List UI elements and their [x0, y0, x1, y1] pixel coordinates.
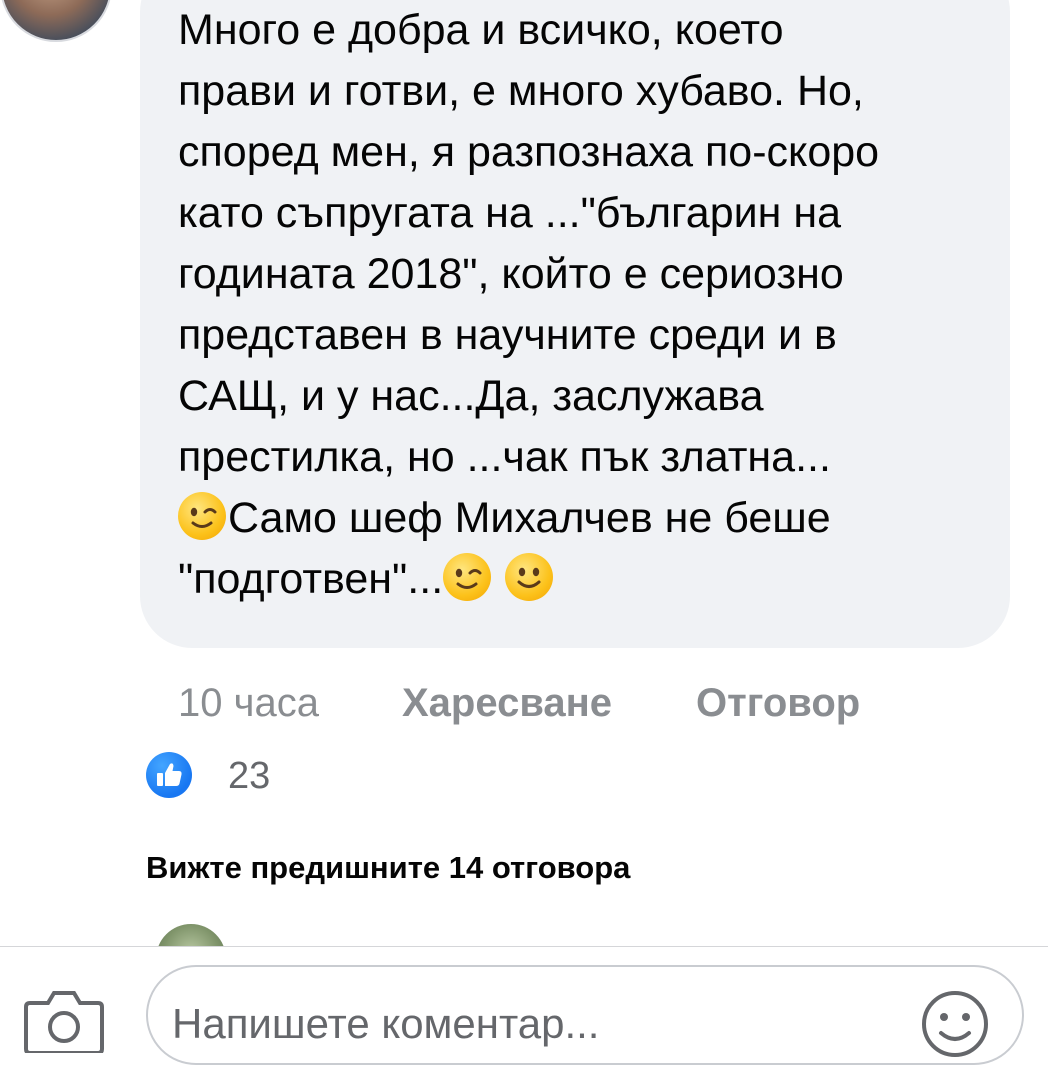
- comment-line: като съпругата на ..."българин на: [178, 189, 841, 237]
- comment-line: престилка, но ...чак пък златна...: [178, 433, 831, 481]
- comment-input[interactable]: Напишете коментар...: [146, 965, 1024, 1065]
- comment-line: представен в научните среди и в: [178, 311, 837, 359]
- reaction-count: 23: [228, 755, 271, 797]
- comment-line-with-emoji: "подготвен"...: [178, 549, 988, 610]
- comment-line: Само шеф Михалчев не беше: [228, 494, 831, 542]
- comment-line: прави и готви, е много хубаво. Но,: [178, 67, 864, 115]
- comment-line: Много е добра и всичко, което: [178, 6, 784, 54]
- like-button[interactable]: Харесване: [402, 678, 612, 728]
- comment-composer: Напишете коментар...: [0, 946, 1048, 1065]
- comment-line-with-emoji: Само шеф Михалчев не беше: [178, 488, 988, 549]
- smiley-icon[interactable]: [920, 989, 990, 1059]
- smiling-face-icon: [505, 553, 554, 601]
- commenter-avatar[interactable]: [0, 0, 112, 42]
- comment-input-placeholder: Напишете коментар...: [172, 1000, 600, 1047]
- comment-line: "подготвен"...: [178, 555, 444, 603]
- view-previous-replies-link[interactable]: Вижте предишните 14 отговора: [146, 848, 630, 888]
- like-thumbs-up-icon: [146, 752, 192, 798]
- camera-icon[interactable]: [24, 987, 104, 1055]
- comment-line: според мен, я разпознаха по-скоро: [178, 128, 880, 176]
- comment-line: САЩ, и у нас...Да, заслужава: [178, 372, 764, 420]
- winking-face-icon: [178, 492, 226, 540]
- comment-text: Много е добра и всичко, което прави и го…: [178, 0, 988, 610]
- reply-button[interactable]: Отговор: [696, 678, 860, 728]
- winking-face-icon: [443, 553, 492, 601]
- comment-timestamp: 10 часа: [178, 681, 319, 725]
- comment-line: годината 2018", който е сериозно: [178, 250, 844, 298]
